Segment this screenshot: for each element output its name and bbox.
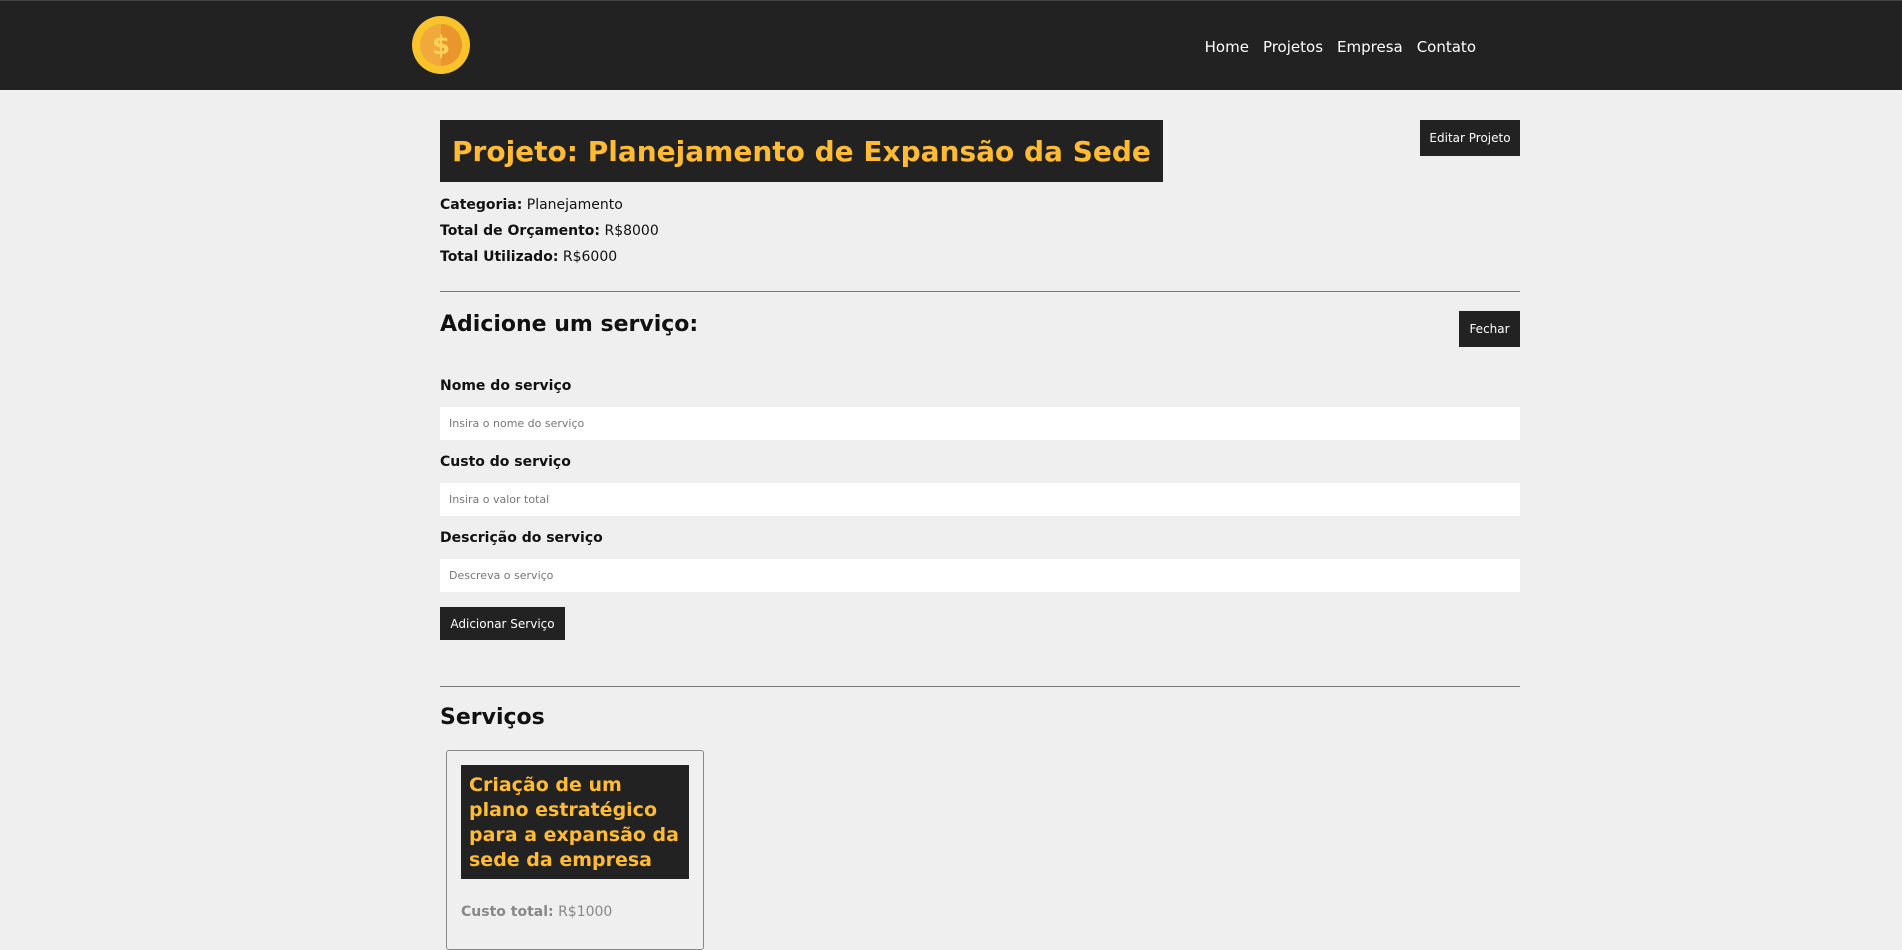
service-card-cost: Custo total: R$1000 [461,904,612,920]
service-cost-value: R$1000 [558,904,613,920]
coin-dollar-icon[interactable]: $ [412,16,470,74]
svg-text:$: $ [432,31,450,61]
service-name-label: Nome do serviço [440,378,572,394]
services-heading: Serviços [440,705,545,730]
nav-link-contato[interactable]: Contato [1417,37,1476,57]
category-label: Categoria: [440,197,523,213]
close-button[interactable]: Fechar [1459,311,1520,347]
service-card-title: Criação de um plano estratégico para a e… [469,774,679,871]
nav-link-projetos[interactable]: Projetos [1263,37,1323,57]
service-cost-input[interactable] [440,483,1520,516]
category-value: Planejamento [526,197,623,213]
divider [440,291,1520,292]
used-value: R$6000 [562,249,618,265]
service-description-input[interactable] [440,559,1520,592]
service-card: Criação de um plano estratégico para a e… [446,750,704,950]
budget-label: Total de Orçamento: [440,223,601,239]
service-card-title-box: Criação de um plano estratégico para a e… [461,765,689,879]
service-cost-label: Custo do serviço [440,454,571,470]
service-name-input[interactable] [440,407,1520,440]
project-used: Total Utilizado: R$6000 [440,248,617,266]
budget-value: R$8000 [604,223,659,239]
service-description-label: Descrição do serviço [440,530,603,546]
project-budget: Total de Orçamento: R$8000 [440,222,659,240]
add-service-heading: Adicione um serviço: [440,312,699,337]
service-cost-label: Custo total: [461,904,554,920]
edit-project-button[interactable]: Editar Projeto [1420,120,1520,156]
project-title-box: Projeto: Planejamento de Expansão da Sed… [440,120,1163,182]
navbar: $ Home Projetos Empresa Contato [0,0,1902,90]
project-title: Projeto: Planejamento de Expansão da Sed… [452,134,1151,168]
nav-link-empresa[interactable]: Empresa [1337,37,1403,57]
add-service-button[interactable]: Adicionar Serviço [440,607,565,640]
used-label: Total Utilizado: [440,249,559,265]
project-details: Projeto: Planejamento de Expansão da Sed… [440,90,1520,950]
divider [440,686,1520,687]
project-category: Categoria: Planejamento [440,196,623,214]
nav-links: Home Projetos Empresa Contato [1205,37,1476,57]
nav-link-home[interactable]: Home [1205,37,1249,57]
